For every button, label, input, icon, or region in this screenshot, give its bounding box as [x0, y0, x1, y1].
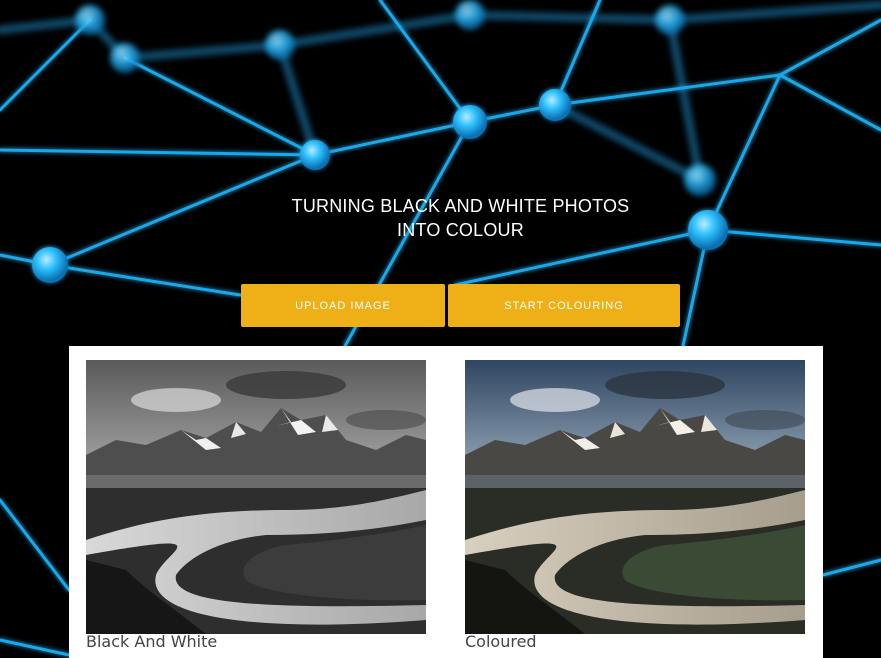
black-and-white-photo [86, 360, 426, 634]
coloured-caption: Coloured [465, 632, 537, 651]
hero-title-line-1: TURNING BLACK AND WHITE PHOTOS [291, 196, 630, 216]
black-and-white-caption: Black And White [86, 632, 218, 651]
comparison-panel: Black And White Coloured [69, 346, 823, 658]
hero-title-line-2: INTO COLOUR [397, 220, 524, 240]
hero-title: TURNING BLACK AND WHITE PHOTOS INTO COLO… [240, 194, 681, 242]
start-colouring-button[interactable]: START COLOURING [448, 284, 680, 327]
page: TURNING BLACK AND WHITE PHOTOS INTO COLO… [0, 0, 881, 658]
coloured-photo [465, 360, 805, 634]
upload-image-button[interactable]: UPLOAD IMAGE [241, 284, 445, 327]
